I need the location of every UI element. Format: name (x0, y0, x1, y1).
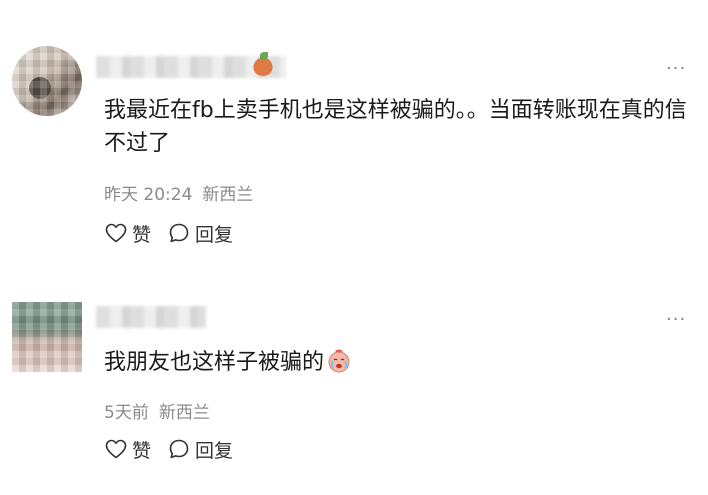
reply-button[interactable]: 回复 (167, 220, 233, 247)
comment-time: 5天前 (104, 403, 149, 423)
speech-bubble-icon (169, 223, 189, 243)
comment-actions: 赞 回复 (104, 218, 233, 248)
username-emoji-icon (252, 52, 274, 76)
comment-location: 新西兰 (158, 403, 210, 423)
reply-label: 回复 (195, 223, 234, 246)
comment-text: 我最近在fb上卖手机也是这样被骗的。。当面转账现在真的信不过了 (104, 98, 687, 156)
like-button[interactable]: 赞 (104, 436, 151, 463)
heart-icon (105, 223, 127, 243)
avatar[interactable] (12, 46, 82, 116)
like-label: 赞 (132, 439, 152, 462)
comment-time: 昨天 20:24 (104, 185, 193, 205)
like-button[interactable]: 赞 (104, 220, 151, 247)
comment-meta: 5天前 新西兰 (104, 398, 210, 423)
comment-meta: 昨天 20:24 新西兰 (104, 180, 253, 205)
crying-face-emoji-icon (328, 349, 350, 373)
speech-bubble-icon (169, 439, 189, 459)
reply-button[interactable]: 回复 (167, 436, 233, 463)
like-label: 赞 (132, 223, 152, 246)
comment-text: 我朋友也这样子被骗的 (104, 346, 700, 379)
more-icon[interactable]: ··· (666, 58, 686, 79)
reply-label: 回复 (195, 439, 234, 462)
avatar[interactable] (12, 302, 82, 372)
comment-text-content: 我朋友也这样子被骗的 (104, 350, 325, 375)
comment-actions: 赞 回复 (104, 434, 233, 464)
heart-icon (105, 439, 127, 459)
username-blurred[interactable] (96, 306, 206, 328)
comment-location: 新西兰 (202, 185, 254, 205)
more-icon[interactable]: ··· (666, 309, 686, 330)
